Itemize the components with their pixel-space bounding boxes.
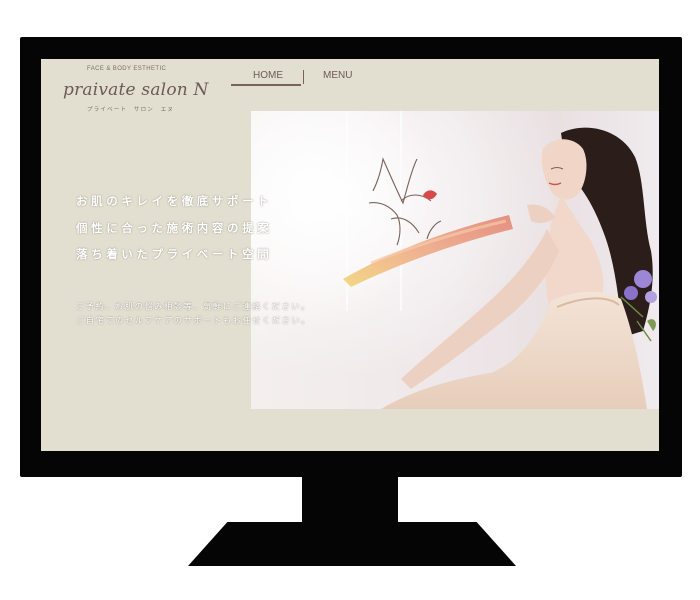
note-2: ご自宅でのセルフケアのサポートもお任せください。: [76, 315, 311, 325]
headline-3: 落ち着いたプライベート空間: [76, 247, 273, 261]
hero-notes: ご予約、お肌の悩み相談等、気軽にご連絡ください。 ご自宅でのセルフケアのサポート…: [76, 300, 311, 328]
headline-1: お肌のキレイを徹底サポート: [76, 194, 273, 208]
hero-image: [251, 111, 659, 409]
headline-2: 個性に合った施術内容の提案: [76, 220, 273, 235]
nav-separator: [303, 70, 304, 84]
monitor-stand-base: [188, 522, 516, 566]
monitor-screen: FACE & BODY ESTHETIC praivate salon N プラ…: [41, 59, 659, 451]
nav-menu-link[interactable]: MENU: [323, 70, 352, 81]
hero-illustration: [251, 111, 659, 409]
note-1: ご予約、お肌の悩み相談等、気軽にご連絡ください。: [76, 301, 311, 311]
nav-home-link[interactable]: HOME: [253, 70, 283, 81]
nav-active-underline: [231, 84, 301, 86]
monitor-stand-neck: [302, 477, 398, 525]
site-logo[interactable]: FACE & BODY ESTHETIC praivate salon N プラ…: [63, 66, 223, 116]
logo-name: praivate salon N: [63, 80, 209, 100]
logo-tagline: FACE & BODY ESTHETIC: [87, 66, 167, 72]
logo-kana: プライベート サロン エヌ: [87, 107, 175, 113]
hero-headlines: お肌のキレイを徹底サポート 個性に合った施術内容の提案 落ち着いたプライベート空…: [76, 193, 272, 273]
